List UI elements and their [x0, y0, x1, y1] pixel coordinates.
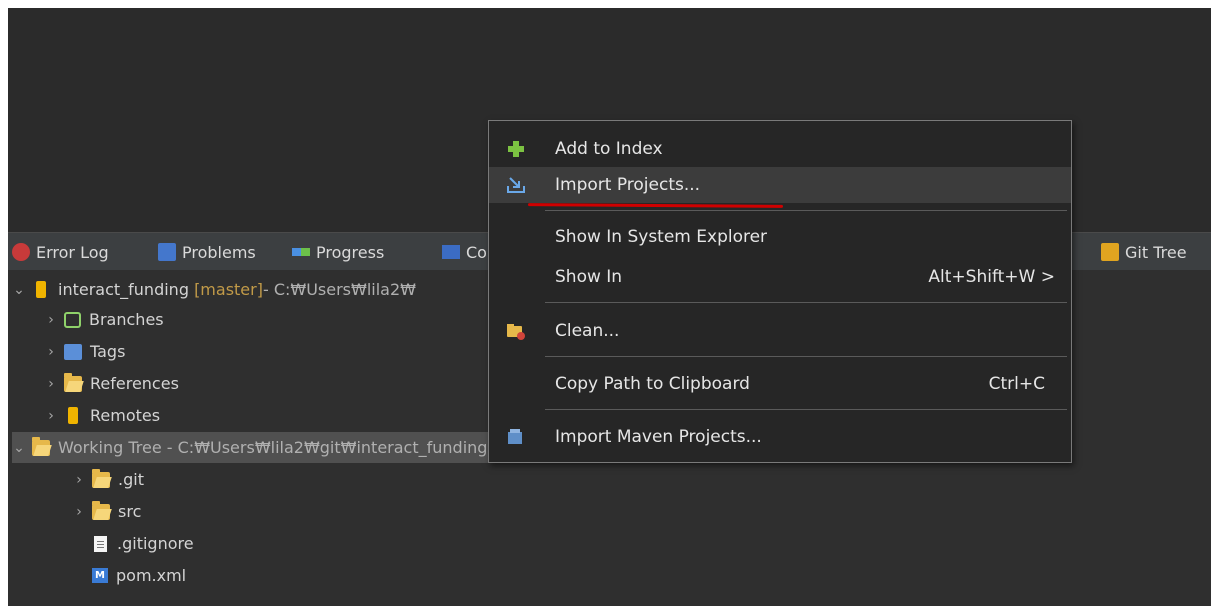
progress-icon: [292, 248, 310, 256]
tab-label: Progress: [316, 242, 385, 262]
folder-open-icon: [32, 436, 50, 456]
chevron-down-icon[interactable]: ⌄: [12, 440, 26, 456]
tree-label: pom.xml: [116, 566, 187, 585]
tree-label: Branches: [89, 310, 164, 329]
menu-accelerator: Ctrl+C: [988, 374, 1045, 394]
menu-item-show-in-system-explorer[interactable]: Show In System Explorer: [489, 219, 1071, 255]
menu-item-add-to-index[interactable]: Add to Index: [489, 131, 1071, 167]
menu-item-import-maven-projects[interactable]: Import Maven Projects...: [489, 419, 1071, 455]
tree-row-gitignore[interactable]: .gitignore: [92, 528, 194, 559]
tree-label: Remotes: [90, 406, 161, 425]
error-log-icon: [12, 243, 30, 261]
tree-row-remotes[interactable]: › Remotes: [44, 400, 160, 431]
repo-name: interact_funding: [58, 280, 189, 299]
working-tree-label: Working Tree - C:₩Users₩lila2₩git₩intera…: [58, 438, 488, 457]
menu-accelerator: Alt+Shift+W >: [928, 267, 1055, 287]
tab-progress[interactable]: Progress: [292, 233, 384, 271]
folder-icon: [64, 372, 82, 392]
console-icon: [442, 245, 460, 259]
tab-label: Problems: [182, 242, 256, 262]
menu-label: Show In: [555, 267, 623, 287]
clean-icon: [507, 324, 525, 340]
menu-separator: [545, 210, 1067, 211]
menu-label: Show In System Explorer: [555, 227, 768, 247]
tab-console[interactable]: Co: [442, 233, 487, 271]
tree-row-pom[interactable]: M pom.xml: [92, 560, 186, 591]
tags-icon: [64, 343, 82, 360]
remote-icon: [68, 407, 78, 424]
branches-icon: [64, 311, 81, 328]
tree-label: References: [90, 374, 179, 393]
menu-item-clean[interactable]: Clean...: [489, 313, 1071, 349]
tree-row-git-folder[interactable]: › .git: [72, 464, 144, 495]
menu-item-show-in[interactable]: Show In Alt+Shift+W >: [489, 259, 1071, 295]
problems-icon: [158, 243, 176, 261]
maven-file-icon: M: [92, 568, 108, 583]
tree-row-branches[interactable]: › Branches: [44, 304, 164, 335]
menu-item-copy-path[interactable]: Copy Path to Clipboard Ctrl+C: [489, 366, 1071, 402]
tree-row-src[interactable]: › src: [72, 496, 141, 527]
menu-label: Import Maven Projects...: [555, 427, 762, 447]
folder-icon: [92, 500, 110, 520]
tree-row-repo[interactable]: ⌄ interact_funding [master] - C:₩Users₩l…: [12, 274, 416, 305]
menu-separator: [545, 356, 1067, 357]
git-tree-icon: [1101, 243, 1119, 261]
chevron-right-icon[interactable]: ›: [72, 504, 86, 520]
menu-label: Import Projects...: [555, 175, 701, 195]
tab-error-log[interactable]: Error Log: [12, 233, 109, 271]
tree-label: src: [118, 502, 142, 521]
repo-path: - C:₩Users₩lila2₩: [262, 280, 416, 299]
tab-git-tree[interactable]: Git Tree: [1101, 233, 1187, 271]
tab-problems[interactable]: Problems: [158, 233, 256, 271]
folder-icon: [92, 468, 110, 488]
tree-label: .gitignore: [117, 534, 194, 553]
plus-icon: [508, 141, 524, 157]
context-menu: Add to Index Import Projects... Show In …: [488, 120, 1072, 463]
chevron-down-icon[interactable]: ⌄: [12, 282, 26, 298]
tree-label: Tags: [90, 342, 126, 361]
repository-icon: [36, 281, 46, 298]
tree-label: .git: [118, 470, 144, 489]
menu-label: Clean...: [555, 321, 620, 341]
chevron-right-icon[interactable]: ›: [44, 376, 58, 392]
chevron-right-icon[interactable]: ›: [44, 312, 58, 328]
menu-separator: [545, 409, 1067, 410]
chevron-right-icon[interactable]: ›: [44, 344, 58, 360]
tree-row-references[interactable]: › References: [44, 368, 179, 399]
tree-row-tags[interactable]: › Tags: [44, 336, 125, 367]
tab-label: Co: [466, 242, 487, 262]
menu-label: Copy Path to Clipboard: [555, 374, 750, 394]
repo-branch: [master]: [194, 280, 263, 299]
tab-label: Git Tree: [1125, 242, 1187, 262]
maven-import-icon: [508, 429, 522, 444]
menu-separator: [545, 302, 1067, 303]
menu-label: Add to Index: [555, 139, 663, 159]
chevron-right-icon[interactable]: ›: [72, 472, 86, 488]
text-file-icon: [94, 535, 107, 552]
import-projects-icon: [507, 177, 525, 193]
menu-item-import-projects[interactable]: Import Projects...: [489, 167, 1071, 203]
chevron-right-icon[interactable]: ›: [44, 408, 58, 424]
tab-label: Error Log: [36, 242, 109, 262]
